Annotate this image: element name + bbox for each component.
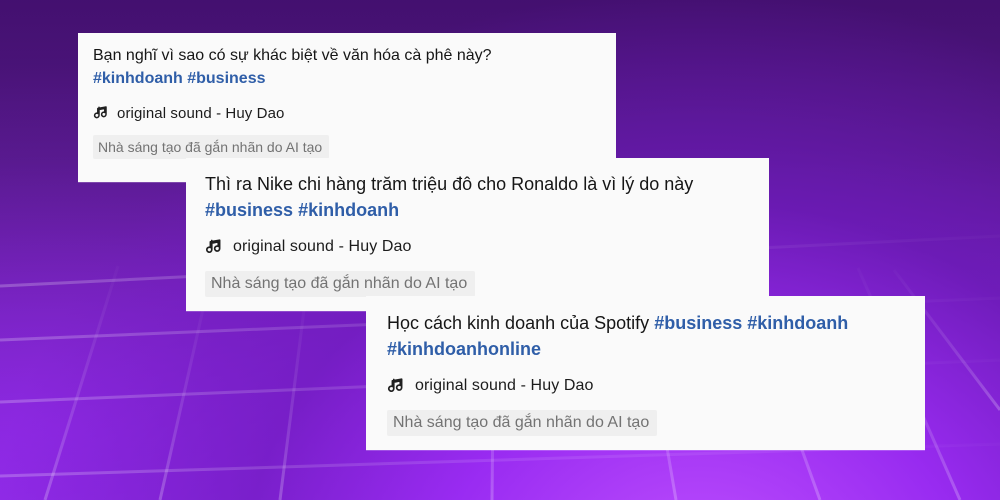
sound-label: original sound - Huy Dao <box>415 377 594 394</box>
original-sound-link[interactable]: original sound - Huy Dao <box>93 101 601 125</box>
caption-text: Học cách kinh doanh của Spotify <box>387 313 650 333</box>
music-note-icon <box>205 238 223 256</box>
music-note-icon <box>93 105 109 121</box>
post-caption: Bạn nghĩ vì sao có sự khác biệt về văn h… <box>93 44 601 90</box>
caption-text-line: Bạn nghĩ vì sao có sự khác biệt về văn h… <box>93 44 601 67</box>
hashtag-line: #kinhdoanh #business <box>93 67 601 90</box>
ai-generated-label: Nhà sáng tạo đã gắn nhãn do AI tạo <box>387 410 658 436</box>
post-caption: Học cách kinh doanh của Spotify #busines… <box>387 310 904 362</box>
hashtag-link[interactable]: #kinhdoanh <box>93 70 183 87</box>
ai-generated-label: Nhà sáng tạo đã gắn nhãn do AI tạo <box>93 135 330 159</box>
hashtag-link[interactable]: #kinhdoanh <box>747 313 848 333</box>
sound-label: original sound - Huy Dao <box>117 104 285 122</box>
hashtag-link[interactable]: #kinhdoanhonline <box>387 339 541 359</box>
caption-line-1: Học cách kinh doanh của Spotify #busines… <box>387 310 904 336</box>
hashtag-line: #business #kinhdoanh <box>205 197 750 223</box>
sound-label: original sound - Huy Dao <box>233 238 412 255</box>
original-sound-link[interactable]: original sound - Huy Dao <box>205 235 750 259</box>
hashtag-link[interactable]: #kinhdoanh <box>298 200 399 220</box>
caption-text: Bạn nghĩ vì sao có sự khác biệt về văn h… <box>93 47 492 64</box>
tiktok-post-card[interactable]: Học cách kinh doanh của Spotify #busines… <box>366 296 925 450</box>
hashtag-link[interactable]: #business <box>205 200 293 220</box>
tiktok-post-card[interactable]: Thì ra Nike chi hàng trăm triệu đô cho R… <box>186 158 769 311</box>
original-sound-link[interactable]: original sound - Huy Dao <box>387 374 904 398</box>
caption-line-2: #kinhdoanhonline <box>387 336 904 362</box>
hashtag-link[interactable]: #business <box>187 70 265 87</box>
music-note-icon <box>387 377 405 395</box>
caption-text: Thì ra Nike chi hàng trăm triệu đô cho R… <box>205 174 694 194</box>
hashtag-link[interactable]: #business <box>654 313 742 333</box>
post-caption: Thì ra Nike chi hàng trăm triệu đô cho R… <box>205 171 750 223</box>
ai-generated-label: Nhà sáng tạo đã gắn nhãn do AI tạo <box>205 271 476 297</box>
caption-text-line: Thì ra Nike chi hàng trăm triệu đô cho R… <box>205 171 750 197</box>
